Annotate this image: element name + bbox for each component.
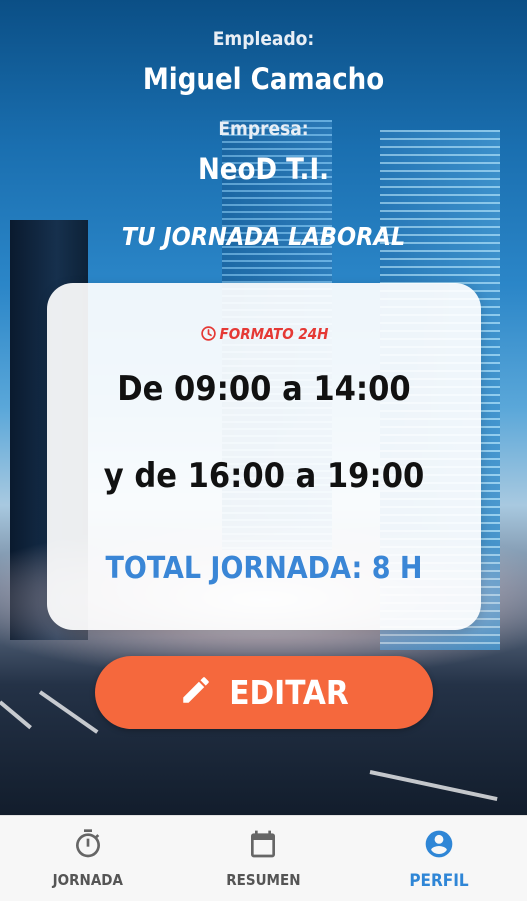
company-label: Empresa: bbox=[218, 118, 309, 140]
shift-line-1: De 09:00 a 14:00 bbox=[117, 369, 411, 409]
clock-icon bbox=[200, 325, 217, 346]
nav-item-perfil[interactable]: PERFIL bbox=[351, 816, 527, 901]
bottom-navigation: JORNADA RESUMEN PERFIL bbox=[0, 815, 527, 901]
format-indicator: FORMATO 24H bbox=[47, 325, 481, 346]
road-marking bbox=[369, 770, 498, 801]
schedule-card: FORMATO 24H De 09:00 a 14:00 y de 16:00 … bbox=[47, 283, 481, 630]
shift-line-2: y de 16:00 a 19:00 bbox=[103, 456, 425, 496]
account-circle-icon bbox=[423, 828, 455, 865]
edit-button-label: EDITAR bbox=[229, 673, 349, 712]
nav-item-jornada[interactable]: JORNADA bbox=[0, 816, 176, 901]
company-name: NeoD T.I. bbox=[197, 152, 330, 186]
nav-item-resumen[interactable]: RESUMEN bbox=[176, 816, 352, 901]
road-marking bbox=[0, 700, 32, 730]
total-hours: TOTAL JORNADA: 8 H bbox=[105, 551, 423, 586]
employee-label: Empleado: bbox=[212, 28, 315, 50]
edit-button[interactable]: EDITAR bbox=[95, 656, 433, 729]
employee-name: Miguel Camacho bbox=[142, 62, 385, 96]
calendar-icon bbox=[247, 828, 279, 865]
pencil-icon bbox=[179, 673, 213, 712]
nav-label-resumen: RESUMEN bbox=[226, 871, 301, 889]
format-label: FORMATO 24H bbox=[219, 325, 329, 343]
nav-label-jornada: JORNADA bbox=[52, 871, 123, 889]
road-marking bbox=[38, 690, 99, 734]
schedule-title: TU JORNADA LABORAL bbox=[121, 222, 406, 251]
nav-label-perfil: PERFIL bbox=[409, 871, 469, 891]
stopwatch-icon bbox=[72, 828, 104, 865]
